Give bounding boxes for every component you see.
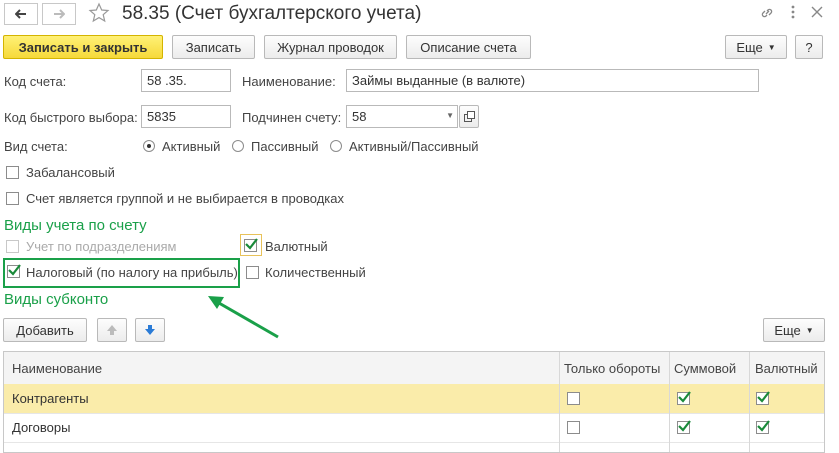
window-title: 58.35 (Счет бухгалтерского учета) xyxy=(122,3,422,24)
more-vertical-icon[interactable] xyxy=(786,5,800,19)
accounting-section-title: Виды учета по счету xyxy=(4,217,147,234)
name-label: Наименование: xyxy=(242,74,336,89)
by-division-label: Учет по подразделениям xyxy=(26,239,177,254)
quantity-label: Количественный xyxy=(265,265,366,280)
move-up-button[interactable] xyxy=(97,318,127,342)
code-label: Код счета: xyxy=(4,74,67,89)
save-and-close-button[interactable]: Записать и закрыть xyxy=(3,35,163,59)
table-row[interactable]: Контрагенты xyxy=(4,384,824,414)
radio-passive-label: Пассивный xyxy=(251,139,319,154)
parent-account-label: Подчинен счету: xyxy=(242,110,342,125)
subconto-more-label: Еще xyxy=(774,322,801,338)
subconto-section-title: Виды субконто xyxy=(4,291,109,308)
chevron-down-icon: ▼ xyxy=(805,325,814,335)
chevron-down-icon: ▼ xyxy=(767,42,776,52)
open-parent-button[interactable] xyxy=(459,105,479,128)
column-header-turnover[interactable]: Только обороты xyxy=(564,361,660,376)
tax-checkbox[interactable] xyxy=(7,264,21,278)
dropdown-arrow-icon[interactable]: ▼ xyxy=(446,111,454,120)
journal-button[interactable]: Журнал проводок xyxy=(264,35,397,59)
account-type-label: Вид счета: xyxy=(4,139,68,154)
arrow-up-icon xyxy=(107,325,117,335)
checkmark-icon xyxy=(757,420,770,432)
column-divider xyxy=(669,352,670,452)
table-row[interactable]: Договоры xyxy=(4,413,824,443)
offbalance-label: Забалансовый xyxy=(26,165,115,180)
radio-active[interactable] xyxy=(143,140,155,152)
open-icon xyxy=(463,111,475,122)
account-description-button[interactable]: Описание счета xyxy=(406,35,531,59)
tax-label: Налоговый (по налогу на прибыль) xyxy=(26,265,238,280)
currency-column-checkbox[interactable] xyxy=(756,391,770,405)
currency-label: Валютный xyxy=(265,239,328,254)
column-divider xyxy=(559,352,560,452)
row-name: Контрагенты xyxy=(12,391,89,406)
star-icon[interactable] xyxy=(88,2,110,24)
save-button[interactable]: Записать xyxy=(172,35,255,59)
link-icon[interactable] xyxy=(760,6,774,20)
offbalance-checkbox[interactable] xyxy=(6,166,19,179)
currency-column-checkbox[interactable] xyxy=(756,420,770,434)
column-header-name[interactable]: Наименование xyxy=(12,361,102,376)
group-checkbox[interactable] xyxy=(6,192,19,205)
name-field[interactable]: Займы выданные (в валюте) xyxy=(346,69,759,92)
turnover-checkbox[interactable] xyxy=(567,392,580,405)
checkmark-icon xyxy=(678,391,691,403)
subconto-table: Наименование Только обороты Суммовой Вал… xyxy=(3,351,825,453)
back-button[interactable] xyxy=(4,3,38,25)
arrow-right-icon xyxy=(54,9,65,19)
quick-code-field[interactable]: 5835 xyxy=(141,105,231,128)
code-field[interactable]: 58 .35. xyxy=(141,69,231,92)
by-division-checkbox xyxy=(6,240,19,253)
turnover-checkbox[interactable] xyxy=(567,421,580,434)
more-button-label: Еще xyxy=(736,39,763,55)
add-button[interactable]: Добавить xyxy=(3,318,87,342)
annotation-arrow-icon xyxy=(208,296,279,339)
quantity-checkbox[interactable] xyxy=(246,266,259,279)
checkmark-icon xyxy=(8,264,21,276)
forward-button[interactable] xyxy=(42,3,76,25)
currency-checkbox[interactable] xyxy=(244,238,258,252)
more-button[interactable]: Еще ▼ xyxy=(725,35,787,59)
help-button[interactable]: ? xyxy=(795,35,823,59)
radio-active-passive-label: Активный/Пассивный xyxy=(349,139,479,154)
parent-account-field[interactable]: 58 ▼ xyxy=(346,105,458,128)
arrow-left-icon xyxy=(15,9,26,19)
column-header-currency[interactable]: Валютный xyxy=(755,361,818,376)
checkmark-icon xyxy=(678,420,691,432)
row-name: Договоры xyxy=(12,420,71,435)
subconto-more-button[interactable]: Еще ▼ xyxy=(763,318,825,342)
radio-passive[interactable] xyxy=(232,140,244,152)
arrow-down-icon xyxy=(145,325,155,335)
checkmark-icon xyxy=(757,391,770,403)
group-label: Счет является группой и не выбирается в … xyxy=(26,191,344,206)
radio-active-passive[interactable] xyxy=(330,140,342,152)
radio-active-label: Активный xyxy=(162,139,221,154)
move-down-button[interactable] xyxy=(135,318,165,342)
table-header: Наименование Только обороты Суммовой Вал… xyxy=(4,352,824,385)
parent-account-value: 58 xyxy=(352,109,367,124)
close-icon[interactable] xyxy=(810,5,824,19)
sum-checkbox[interactable] xyxy=(677,391,691,405)
column-header-sum[interactable]: Суммовой xyxy=(674,361,736,376)
column-divider xyxy=(749,352,750,452)
checkmark-icon xyxy=(245,238,258,250)
quick-code-label: Код быстрого выбора: xyxy=(4,110,138,125)
sum-checkbox[interactable] xyxy=(677,420,691,434)
